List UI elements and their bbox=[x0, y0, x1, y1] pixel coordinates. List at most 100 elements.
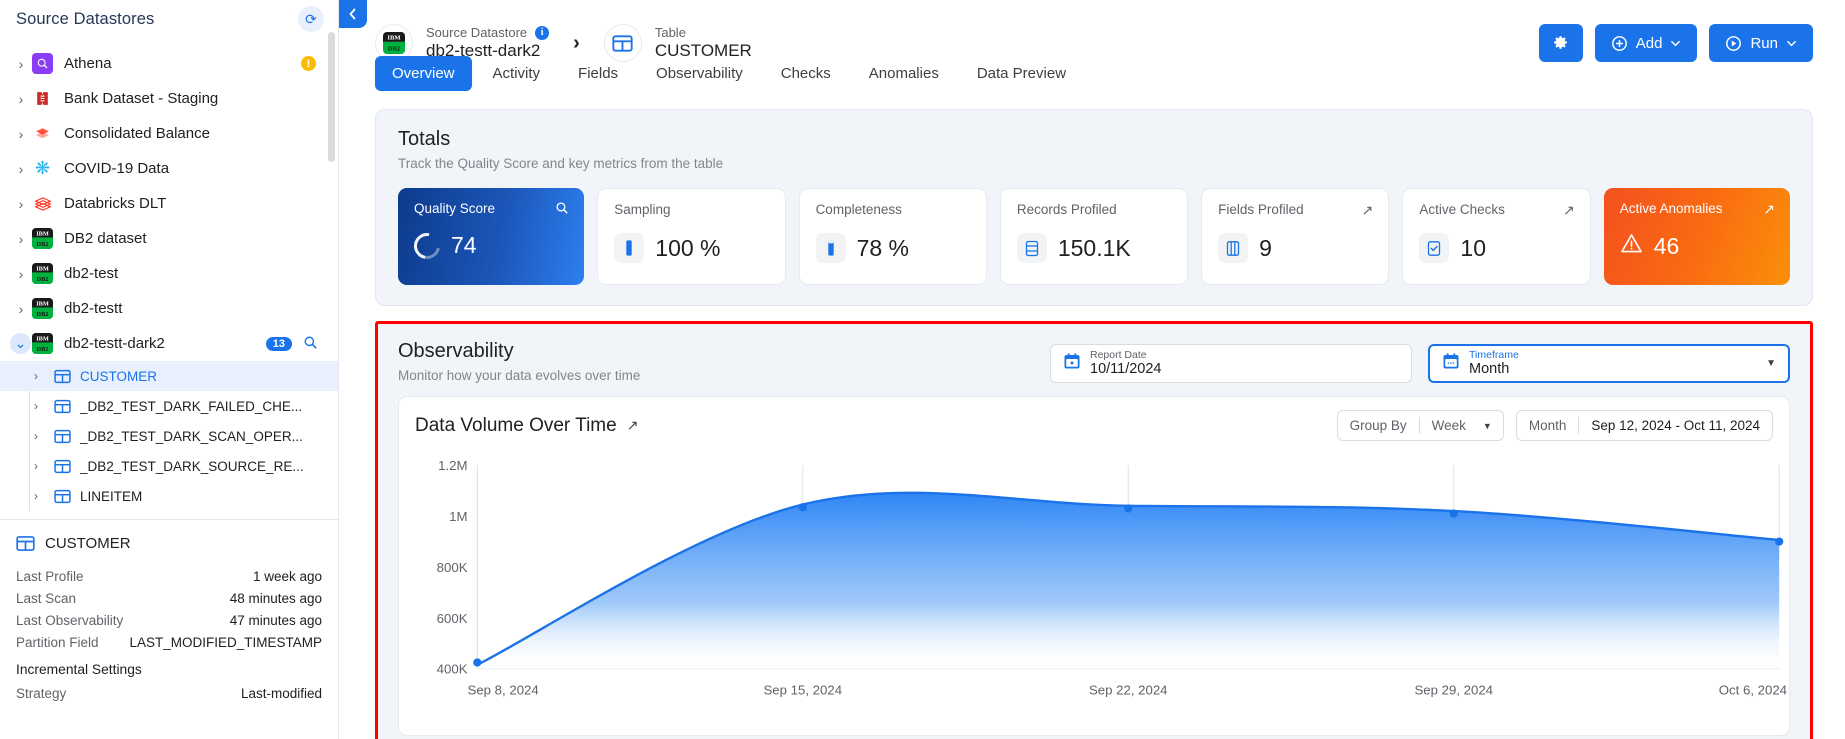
svg-text:600K: 600K bbox=[437, 611, 468, 626]
tab-data-preview[interactable]: Data Preview bbox=[960, 56, 1083, 91]
card-value: 150.1K bbox=[1057, 234, 1131, 261]
sidebar-item-athena[interactable]: › Athena ! bbox=[0, 46, 338, 81]
table-icon bbox=[54, 428, 71, 445]
chevron-right-icon[interactable]: › bbox=[34, 399, 54, 413]
chevron-right-icon[interactable]: › bbox=[10, 161, 32, 177]
arrow-up-right-icon[interactable]: ↗ bbox=[1763, 201, 1775, 218]
chevron-right-icon[interactable]: › bbox=[34, 459, 54, 473]
chevron-right-icon[interactable]: › bbox=[10, 231, 32, 247]
sidebar-item-db2-testt-dark2[interactable]: ⌄ IBM DB2 db2-testt-dark2 13 bbox=[0, 326, 338, 361]
collapse-sidebar-button[interactable] bbox=[339, 0, 367, 28]
date-range-display[interactable]: Month Sep 12, 2024 - Oct 11, 2024 bbox=[1515, 410, 1773, 441]
main-content: IBM DB2 Source Datastore i db2-testt-dark… bbox=[339, 0, 1845, 739]
detail-key: Last Profile bbox=[16, 569, 84, 584]
chevron-left-icon bbox=[349, 8, 356, 20]
arrow-up-right-icon[interactable]: ↗ bbox=[627, 417, 639, 434]
table-row[interactable]: › _DB2_TEST_DARK_FAILED_CHE... bbox=[0, 391, 338, 421]
observability-controls: Report Date 10/11/2024 Timeframe Month ▼ bbox=[1050, 340, 1790, 383]
group-by-value: Week bbox=[1431, 418, 1466, 433]
detail-header: CUSTOMER bbox=[16, 534, 322, 553]
range-value: Sep 12, 2024 - Oct 11, 2024 bbox=[1591, 418, 1760, 433]
totals-title: Totals bbox=[398, 128, 451, 150]
detail-value: Last-modified bbox=[240, 686, 322, 701]
play-circle-icon bbox=[1726, 35, 1742, 51]
sidebar-item-covid-19-data[interactable]: › ❋ COVID-19 Data bbox=[0, 151, 338, 186]
run-button-label: Run bbox=[1750, 34, 1778, 52]
timeframe-stack: Timeframe Month bbox=[1469, 349, 1519, 378]
chevron-right-icon[interactable]: › bbox=[10, 91, 32, 107]
breadcrumb-source-kicker-row: Source Datastore i bbox=[426, 25, 550, 40]
tab-checks[interactable]: Checks bbox=[764, 56, 848, 91]
snowflake-icon: ❋ bbox=[32, 158, 53, 179]
chevron-down-icon[interactable]: ▼ bbox=[1478, 421, 1503, 431]
chevron-right-icon[interactable]: › bbox=[10, 196, 32, 212]
tab-overview[interactable]: Overview bbox=[375, 56, 472, 91]
svg-text:1.2M: 1.2M bbox=[438, 458, 467, 473]
sidebar-item-bank-dataset-staging[interactable]: › Bank Dataset - Staging bbox=[0, 81, 338, 116]
detail-table-name: CUSTOMER bbox=[45, 535, 131, 552]
card-active-anomalies[interactable]: Active Anomalies ↗ 46 bbox=[1603, 188, 1790, 285]
card-sampling[interactable]: Sampling 100 % bbox=[597, 188, 786, 285]
chevron-down-icon bbox=[1787, 40, 1796, 46]
info-icon[interactable]: i bbox=[535, 25, 550, 40]
table-row[interactable]: › CUSTOMER bbox=[0, 361, 338, 391]
refresh-icon[interactable]: ⟳ bbox=[298, 6, 324, 32]
arrow-up-right-icon[interactable]: ↗ bbox=[1362, 202, 1374, 219]
card-label: Quality Score bbox=[414, 201, 496, 216]
tab-activity[interactable]: Activity bbox=[476, 56, 558, 91]
tab-fields[interactable]: Fields bbox=[561, 56, 635, 91]
card-fields-profiled[interactable]: Fields Profiled ↗ 9 bbox=[1201, 188, 1390, 285]
table-row[interactable]: › _DB2_TEST_DARK_SOURCE_RE... bbox=[0, 451, 338, 481]
card-active-checks[interactable]: Active Checks ↗ 10 bbox=[1402, 188, 1591, 285]
svg-text:DB2: DB2 bbox=[37, 311, 49, 318]
table-row[interactable]: › _DB2_TEST_DARK_SCAN_OPER... bbox=[0, 421, 338, 451]
tab-anomalies[interactable]: Anomalies bbox=[852, 56, 956, 91]
totals-cards: Quality Score 74 Sampling 100 % Complete… bbox=[398, 188, 1790, 285]
card-quality-score[interactable]: Quality Score 74 bbox=[398, 188, 585, 285]
chevron-right-icon[interactable]: › bbox=[34, 489, 54, 503]
chevron-down-icon[interactable]: ⌄ bbox=[10, 333, 31, 354]
sidebar-item-databricks-dlt[interactable]: › Databricks DLT bbox=[0, 186, 338, 221]
check-doc-icon bbox=[1419, 233, 1450, 263]
search-icon[interactable] bbox=[303, 335, 318, 353]
arrow-up-right-icon[interactable]: ↗ bbox=[1563, 202, 1575, 219]
chevron-right-icon[interactable]: › bbox=[10, 266, 32, 282]
report-date-stack: Report Date 10/11/2024 bbox=[1090, 349, 1162, 378]
calendar-icon bbox=[1063, 352, 1081, 375]
chevron-down-icon[interactable]: ▼ bbox=[1766, 358, 1776, 369]
table-icon bbox=[54, 458, 71, 475]
sidebar-item-label: Consolidated Balance bbox=[64, 125, 210, 142]
sidebar-item-label: DB2 dataset bbox=[64, 230, 147, 247]
chevron-right-icon[interactable]: › bbox=[10, 301, 32, 317]
search-icon[interactable] bbox=[555, 201, 569, 218]
plus-circle-icon bbox=[1611, 35, 1627, 51]
db2-icon: IBM DB2 bbox=[32, 263, 53, 284]
observability-subtitle: Monitor how your data evolves over time bbox=[398, 368, 641, 383]
sidebar-item-consolidated-balance[interactable]: › Consolidated Balance bbox=[0, 116, 338, 151]
svg-text:Sep 15, 2024: Sep 15, 2024 bbox=[764, 682, 843, 697]
report-date-field[interactable]: Report Date 10/11/2024 bbox=[1050, 344, 1412, 383]
table-row[interactable]: › LINEITEM bbox=[0, 481, 338, 511]
group-by-select[interactable]: Group By Week ▼ bbox=[1336, 410, 1504, 441]
chevron-right-icon[interactable]: › bbox=[34, 429, 54, 443]
chevron-right-icon[interactable]: › bbox=[10, 126, 32, 142]
sidebar-item-db2-test[interactable]: › IBM DB2 db2-test bbox=[0, 256, 338, 291]
detail-key: Partition Field bbox=[16, 635, 99, 650]
svg-text:DB2: DB2 bbox=[37, 346, 49, 353]
svg-text:IBM: IBM bbox=[36, 265, 49, 272]
timeframe-select[interactable]: Timeframe Month ▼ bbox=[1428, 344, 1790, 383]
detail-row-partition-field: Partition Field LAST_MODIFIED_TIMESTAMP bbox=[16, 635, 322, 650]
table-detail-panel: CUSTOMER Last Profile 1 week ago Last Sc… bbox=[0, 519, 338, 739]
timeframe-value: Month bbox=[1469, 361, 1510, 377]
chevron-right-icon[interactable]: › bbox=[34, 369, 54, 383]
sidebar-item-db2-dataset[interactable]: › IBM DB2 DB2 dataset bbox=[0, 221, 338, 256]
detail-row-last-scan: Last Scan 48 minutes ago bbox=[16, 591, 322, 606]
card-records-profiled[interactable]: Records Profiled 150.1K bbox=[999, 188, 1189, 285]
tab-observability[interactable]: Observability bbox=[639, 56, 760, 91]
chevron-right-icon[interactable]: › bbox=[10, 56, 32, 72]
calendar-icon bbox=[1442, 352, 1460, 375]
sidebar-item-db2-testt[interactable]: › IBM DB2 db2-testt bbox=[0, 291, 338, 326]
card-body: 150.1K bbox=[1016, 233, 1171, 263]
columns-icon bbox=[1218, 233, 1249, 263]
card-completeness[interactable]: Completeness 78 % bbox=[798, 188, 987, 285]
